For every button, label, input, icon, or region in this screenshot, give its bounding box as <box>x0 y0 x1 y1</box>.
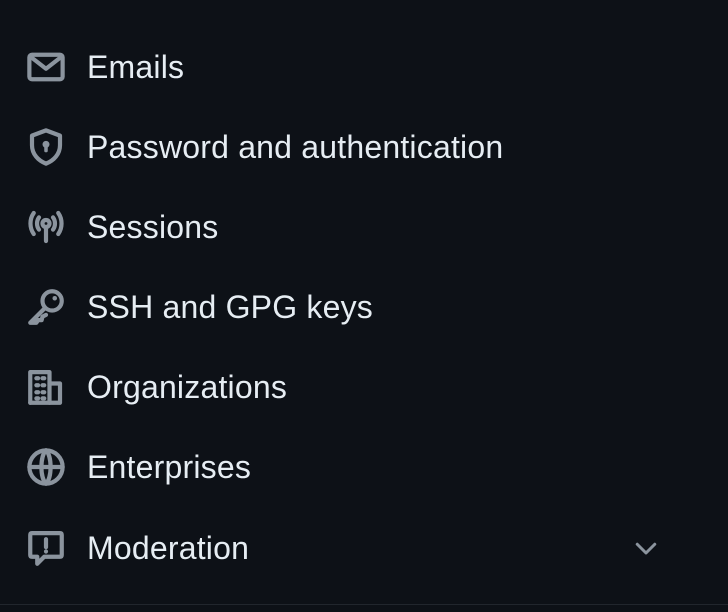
sidebar-item-label: Enterprises <box>87 449 252 485</box>
sidebar-item-label: Organizations <box>87 369 288 405</box>
sidebar-item-emails[interactable]: Emails <box>0 31 728 103</box>
broadcast-icon <box>24 205 68 249</box>
chevron-down-icon[interactable] <box>630 532 662 564</box>
partial-icon <box>24 0 68 6</box>
shield-lock-icon <box>24 125 68 169</box>
sidebar-item-label: Sessions <box>87 209 219 245</box>
mail-icon <box>24 45 68 89</box>
organization-icon <box>24 365 68 409</box>
sidebar-item-label: SSH and GPG keys <box>87 289 373 325</box>
settings-sidebar-screen: Emails Password and authentication Sessi… <box>0 0 728 612</box>
sidebar-item-label: Moderation <box>87 530 250 566</box>
sidebar-item-label: Emails <box>87 49 185 85</box>
sidebar-item-label: Password and authentication <box>87 129 504 165</box>
report-icon <box>24 526 68 570</box>
sidebar-item-sessions[interactable]: Sessions <box>0 191 728 263</box>
key-icon <box>24 285 68 329</box>
sidebar-item-organizations[interactable]: Organizations <box>0 351 728 423</box>
divider <box>0 604 728 605</box>
sidebar-item-clipped[interactable] <box>0 0 728 20</box>
sidebar-item-ssh-and-gpg-keys[interactable]: SSH and GPG keys <box>0 271 728 343</box>
sidebar-item-moderation[interactable]: Moderation <box>0 512 728 584</box>
sidebar-item-password-and-authentication[interactable]: Password and authentication <box>0 111 728 183</box>
sidebar-item-enterprises[interactable]: Enterprises <box>0 431 728 503</box>
globe-icon <box>24 445 68 489</box>
